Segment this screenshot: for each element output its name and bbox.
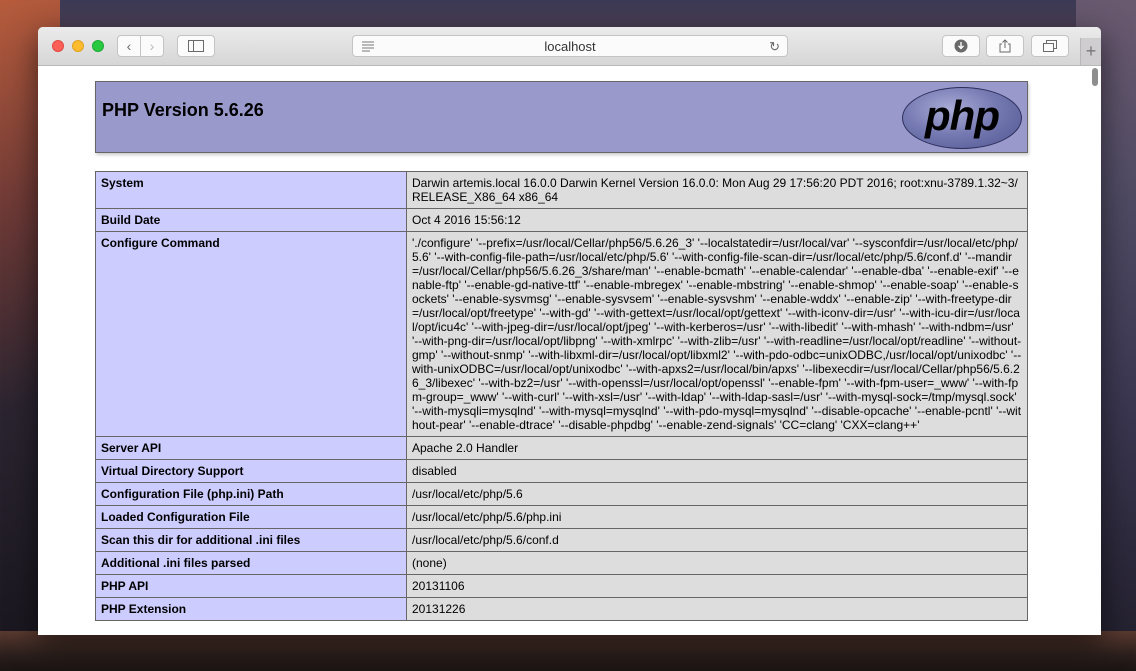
download-icon (954, 39, 968, 53)
row-value: (none) (406, 551, 1028, 575)
phpinfo-header: PHP Version 5.6.26 php (95, 81, 1028, 153)
page-content: PHP Version 5.6.26 php System Darwin arte… (38, 66, 1101, 635)
table-row: System Darwin artemis.local 16.0.0 Darwin… (95, 171, 1028, 209)
table-row: Configure Command './configure' '--prefix… (95, 231, 1028, 437)
table-row: PHP API 20131106 (95, 574, 1028, 598)
tabs-overview-icon (1043, 40, 1057, 52)
show-all-tabs-button[interactable] (1031, 35, 1069, 57)
row-key: PHP Extension (95, 597, 407, 621)
row-key: Additional .ini files parsed (95, 551, 407, 575)
row-value: /usr/local/etc/php/5.6/conf.d (406, 528, 1028, 552)
page-title: PHP Version 5.6.26 (102, 100, 264, 120)
table-row: Configuration File (php.ini) Path/usr/lo… (95, 482, 1028, 506)
row-value: /usr/local/etc/php/5.6/php.ini (406, 505, 1028, 529)
minimize-window-button[interactable] (72, 40, 84, 52)
browser-toolbar: ‹ › localhost ↻ + (38, 27, 1101, 66)
row-key: Build Date (95, 208, 407, 232)
scrollbar-thumb[interactable] (1092, 68, 1098, 86)
sidebar-icon (188, 40, 204, 52)
safari-window: ‹ › localhost ↻ + PHP Version 5.6.26 php… (38, 27, 1101, 635)
share-button[interactable] (986, 35, 1024, 57)
table-row: Loaded Configuration File/usr/local/etc/… (95, 505, 1028, 529)
row-key: System (95, 171, 407, 209)
row-value: 20131226 (406, 597, 1028, 621)
row-key: Scan this dir for additional .ini files (95, 528, 407, 552)
table-row: PHP Extension 20131226 (95, 597, 1028, 621)
table-row: Build Date Oct 4 2016 15:56:12 (95, 208, 1028, 232)
vertical-scrollbar[interactable] (1091, 68, 1099, 633)
url-text[interactable]: localhost (353, 39, 787, 54)
downloads-button[interactable] (942, 35, 980, 57)
row-value: 20131106 (406, 574, 1028, 598)
table-row: Additional .ini files parsed (none) (95, 551, 1028, 575)
table-row: Scan this dir for additional .ini files /… (95, 528, 1028, 552)
close-window-button[interactable] (52, 40, 64, 52)
row-key: PHP API (95, 574, 407, 598)
row-key: Loaded Configuration File (95, 505, 407, 529)
forward-button[interactable]: › (140, 35, 164, 57)
row-value: Darwin artemis.local 16.0.0 Darwin Kerne… (406, 171, 1028, 209)
php-logo-text: php (925, 92, 1000, 139)
back-button[interactable]: ‹ (117, 35, 141, 57)
row-key: Virtual Directory Support (95, 459, 407, 483)
sidebar-toggle-button[interactable] (177, 35, 215, 57)
reload-icon[interactable]: ↻ (769, 39, 780, 55)
row-value: Apache 2.0 Handler (406, 436, 1028, 460)
row-key: Configure Command (95, 231, 407, 437)
phpinfo-table: System Darwin artemis.local 16.0.0 Darwin… (95, 171, 1028, 621)
row-value: './configure' '--prefix=/usr/local/Cella… (406, 231, 1028, 437)
table-row: Virtual Directory Support disabled (95, 459, 1028, 483)
chevron-right-icon: › (149, 38, 155, 54)
plus-icon: + (1085, 41, 1097, 61)
share-icon (999, 39, 1011, 53)
row-value: disabled (406, 459, 1028, 483)
row-key: Configuration File (php.ini) Path (95, 482, 407, 506)
chevron-left-icon: ‹ (126, 38, 132, 54)
row-key: Server API (95, 436, 407, 460)
new-tab-button[interactable]: + (1080, 38, 1101, 65)
table-row: Server API Apache 2.0 Handler (95, 436, 1028, 460)
row-value: Oct 4 2016 15:56:12 (406, 208, 1028, 232)
address-bar[interactable]: localhost ↻ (352, 35, 788, 57)
row-value: /usr/local/etc/php/5.6 (406, 482, 1028, 506)
zoom-window-button[interactable] (92, 40, 104, 52)
php-logo[interactable]: php (902, 87, 1022, 149)
desktop-wallpaper-bottom (0, 631, 1136, 671)
